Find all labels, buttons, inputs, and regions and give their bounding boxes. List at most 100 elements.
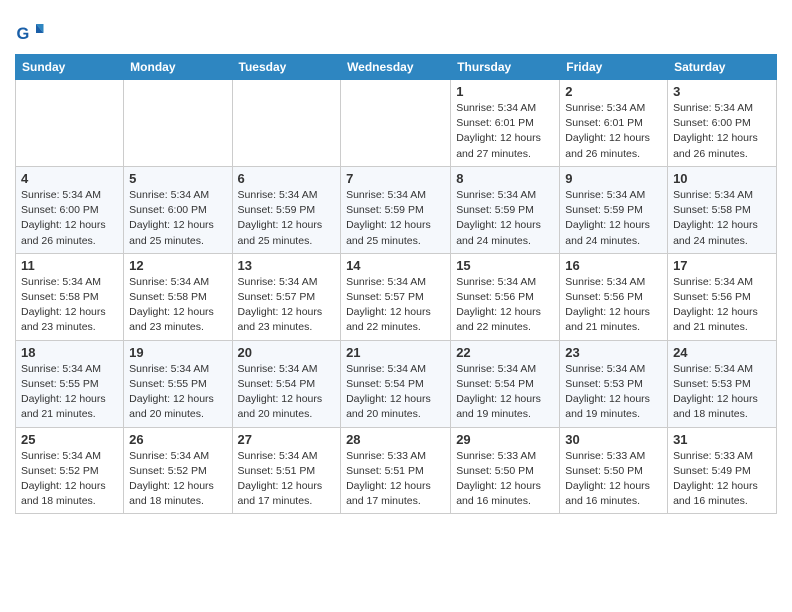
weekday-header-monday: Monday xyxy=(124,55,232,80)
day-info: Sunrise: 5:34 AM Sunset: 6:01 PM Dayligh… xyxy=(456,101,554,162)
calendar-cell: 25 Sunrise: 5:34 AM Sunset: 5:52 PM Dayli… xyxy=(16,427,124,514)
day-number: 12 xyxy=(129,258,226,273)
day-number: 7 xyxy=(346,171,445,186)
day-info: Sunrise: 5:34 AM Sunset: 5:59 PM Dayligh… xyxy=(456,188,554,249)
calendar-cell: 24Sunrise: 5:34 AM Sunset: 5:53 PM Dayli… xyxy=(668,340,777,427)
week-row-3: 11 Sunrise: 5:34 AM Sunset: 5:58 PM Dayli… xyxy=(16,253,777,340)
day-number: 28 xyxy=(346,432,445,447)
weekday-header-sunday: Sunday xyxy=(16,55,124,80)
day-info: Sunrise: 5:34 AM Sunset: 6:00 PM Dayligh… xyxy=(129,188,226,249)
calendar-cell: 23 Sunrise: 5:34 AM Sunset: 5:53 PM Dayli… xyxy=(560,340,668,427)
day-number: 26 xyxy=(129,432,226,447)
day-number: 22 xyxy=(456,345,554,360)
day-number: 29 xyxy=(456,432,554,447)
calendar-cell xyxy=(124,80,232,167)
calendar-cell: 9 Sunrise: 5:34 AM Sunset: 5:59 PM Daylig… xyxy=(560,166,668,253)
calendar-table: SundayMondayTuesdayWednesdayThursdayFrid… xyxy=(15,54,777,514)
day-number: 9 xyxy=(565,171,662,186)
day-number: 25 xyxy=(21,432,118,447)
calendar-cell: 13 Sunrise: 5:34 AM Sunset: 5:57 PM Dayli… xyxy=(232,253,341,340)
day-info: Sunrise: 5:34 AM Sunset: 5:59 PM Dayligh… xyxy=(346,188,445,249)
logo: G xyxy=(15,18,47,48)
day-number: 21 xyxy=(346,345,445,360)
day-info: Sunrise: 5:34 AM Sunset: 5:51 PM Dayligh… xyxy=(238,449,336,510)
day-number: 11 xyxy=(21,258,118,273)
weekday-header-friday: Friday xyxy=(560,55,668,80)
calendar-cell: 2 Sunrise: 5:34 AM Sunset: 6:01 PM Daylig… xyxy=(560,80,668,167)
weekday-header-row: SundayMondayTuesdayWednesdayThursdayFrid… xyxy=(16,55,777,80)
weekday-header-wednesday: Wednesday xyxy=(341,55,451,80)
day-number: 17 xyxy=(673,258,771,273)
day-info: Sunrise: 5:34 AM Sunset: 5:54 PM Dayligh… xyxy=(238,362,336,423)
calendar-cell: 4Sunrise: 5:34 AM Sunset: 6:00 PM Daylig… xyxy=(16,166,124,253)
day-number: 13 xyxy=(238,258,336,273)
day-number: 23 xyxy=(565,345,662,360)
day-number: 6 xyxy=(238,171,336,186)
day-info: Sunrise: 5:34 AM Sunset: 5:58 PM Dayligh… xyxy=(673,188,771,249)
day-info: Sunrise: 5:34 AM Sunset: 5:55 PM Dayligh… xyxy=(21,362,118,423)
week-row-4: 18 Sunrise: 5:34 AM Sunset: 5:55 PM Dayli… xyxy=(16,340,777,427)
day-info: Sunrise: 5:34 AM Sunset: 5:53 PM Dayligh… xyxy=(565,362,662,423)
logo-icon: G xyxy=(15,18,45,48)
day-info: Sunrise: 5:34 AM Sunset: 5:54 PM Dayligh… xyxy=(346,362,445,423)
calendar-cell: 16 Sunrise: 5:34 AM Sunset: 5:56 PM Dayli… xyxy=(560,253,668,340)
weekday-header-tuesday: Tuesday xyxy=(232,55,341,80)
day-number: 8 xyxy=(456,171,554,186)
day-info: Sunrise: 5:34 AM Sunset: 5:53 PM Dayligh… xyxy=(673,362,771,423)
day-number: 2 xyxy=(565,84,662,99)
day-info: Sunrise: 5:33 AM Sunset: 5:51 PM Dayligh… xyxy=(346,449,445,510)
day-info: Sunrise: 5:34 AM Sunset: 5:57 PM Dayligh… xyxy=(238,275,336,336)
calendar-cell: 15Sunrise: 5:34 AM Sunset: 5:56 PM Dayli… xyxy=(451,253,560,340)
day-info: Sunrise: 5:33 AM Sunset: 5:50 PM Dayligh… xyxy=(456,449,554,510)
weekday-header-saturday: Saturday xyxy=(668,55,777,80)
calendar-cell: 8 Sunrise: 5:34 AM Sunset: 5:59 PM Daylig… xyxy=(451,166,560,253)
day-number: 30 xyxy=(565,432,662,447)
calendar-cell: 10 Sunrise: 5:34 AM Sunset: 5:58 PM Dayli… xyxy=(668,166,777,253)
calendar-cell: 14 Sunrise: 5:34 AM Sunset: 5:57 PM Dayli… xyxy=(341,253,451,340)
calendar-cell: 3 Sunrise: 5:34 AM Sunset: 6:00 PM Daylig… xyxy=(668,80,777,167)
week-row-1: 1 Sunrise: 5:34 AM Sunset: 6:01 PM Daylig… xyxy=(16,80,777,167)
day-number: 18 xyxy=(21,345,118,360)
calendar-cell xyxy=(232,80,341,167)
day-info: Sunrise: 5:34 AM Sunset: 5:58 PM Dayligh… xyxy=(129,275,226,336)
week-row-5: 25 Sunrise: 5:34 AM Sunset: 5:52 PM Dayli… xyxy=(16,427,777,514)
day-number: 4 xyxy=(21,171,118,186)
day-number: 16 xyxy=(565,258,662,273)
day-number: 5 xyxy=(129,171,226,186)
calendar-cell: 20 Sunrise: 5:34 AM Sunset: 5:54 PM Dayli… xyxy=(232,340,341,427)
day-number: 27 xyxy=(238,432,336,447)
week-row-2: 4 Sunrise: 5:34 AM Sunset: 6:00 PM Daylig… xyxy=(16,166,777,253)
day-info: Sunrise: 5:34 AM Sunset: 5:56 PM Dayligh… xyxy=(456,275,554,336)
calendar-cell: 17 Sunrise: 5:34 AM Sunset: 5:56 PM Dayli… xyxy=(668,253,777,340)
calendar-cell: 27 Sunrise: 5:34 AM Sunset: 5:51 PM Dayli… xyxy=(232,427,341,514)
day-info: Sunrise: 5:34 AM Sunset: 5:56 PM Dayligh… xyxy=(673,275,771,336)
calendar-cell: 12 Sunrise: 5:34 AM Sunset: 5:58 PM Dayli… xyxy=(124,253,232,340)
weekday-header-thursday: Thursday xyxy=(451,55,560,80)
day-info: Sunrise: 5:34 AM Sunset: 5:59 PM Dayligh… xyxy=(565,188,662,249)
day-number: 1 xyxy=(456,84,554,99)
day-info: Sunrise: 5:34 AM Sunset: 5:52 PM Dayligh… xyxy=(129,449,226,510)
day-info: Sunrise: 5:34 AM Sunset: 5:52 PM Dayligh… xyxy=(21,449,118,510)
calendar-cell: 21 Sunrise: 5:34 AM Sunset: 5:54 PM Dayli… xyxy=(341,340,451,427)
calendar-cell: 11 Sunrise: 5:34 AM Sunset: 5:58 PM Dayli… xyxy=(16,253,124,340)
day-info: Sunrise: 5:34 AM Sunset: 6:00 PM Dayligh… xyxy=(673,101,771,162)
day-number: 3 xyxy=(673,84,771,99)
calendar-cell: 5 Sunrise: 5:34 AM Sunset: 6:00 PM Daylig… xyxy=(124,166,232,253)
calendar-cell: 1 Sunrise: 5:34 AM Sunset: 6:01 PM Daylig… xyxy=(451,80,560,167)
calendar-cell: 6Sunrise: 5:34 AM Sunset: 5:59 PM Daylig… xyxy=(232,166,341,253)
header: G xyxy=(15,10,777,48)
day-number: 14 xyxy=(346,258,445,273)
day-info: Sunrise: 5:34 AM Sunset: 5:58 PM Dayligh… xyxy=(21,275,118,336)
day-info: Sunrise: 5:34 AM Sunset: 5:54 PM Dayligh… xyxy=(456,362,554,423)
day-number: 31 xyxy=(673,432,771,447)
day-info: Sunrise: 5:34 AM Sunset: 5:55 PM Dayligh… xyxy=(129,362,226,423)
day-number: 20 xyxy=(238,345,336,360)
day-info: Sunrise: 5:34 AM Sunset: 5:56 PM Dayligh… xyxy=(565,275,662,336)
calendar-cell: 29 Sunrise: 5:33 AM Sunset: 5:50 PM Dayli… xyxy=(451,427,560,514)
day-number: 10 xyxy=(673,171,771,186)
day-info: Sunrise: 5:34 AM Sunset: 6:01 PM Dayligh… xyxy=(565,101,662,162)
calendar-cell: 22 Sunrise: 5:34 AM Sunset: 5:54 PM Dayli… xyxy=(451,340,560,427)
calendar-cell xyxy=(16,80,124,167)
calendar-cell: 26 Sunrise: 5:34 AM Sunset: 5:52 PM Dayli… xyxy=(124,427,232,514)
day-info: Sunrise: 5:34 AM Sunset: 5:57 PM Dayligh… xyxy=(346,275,445,336)
